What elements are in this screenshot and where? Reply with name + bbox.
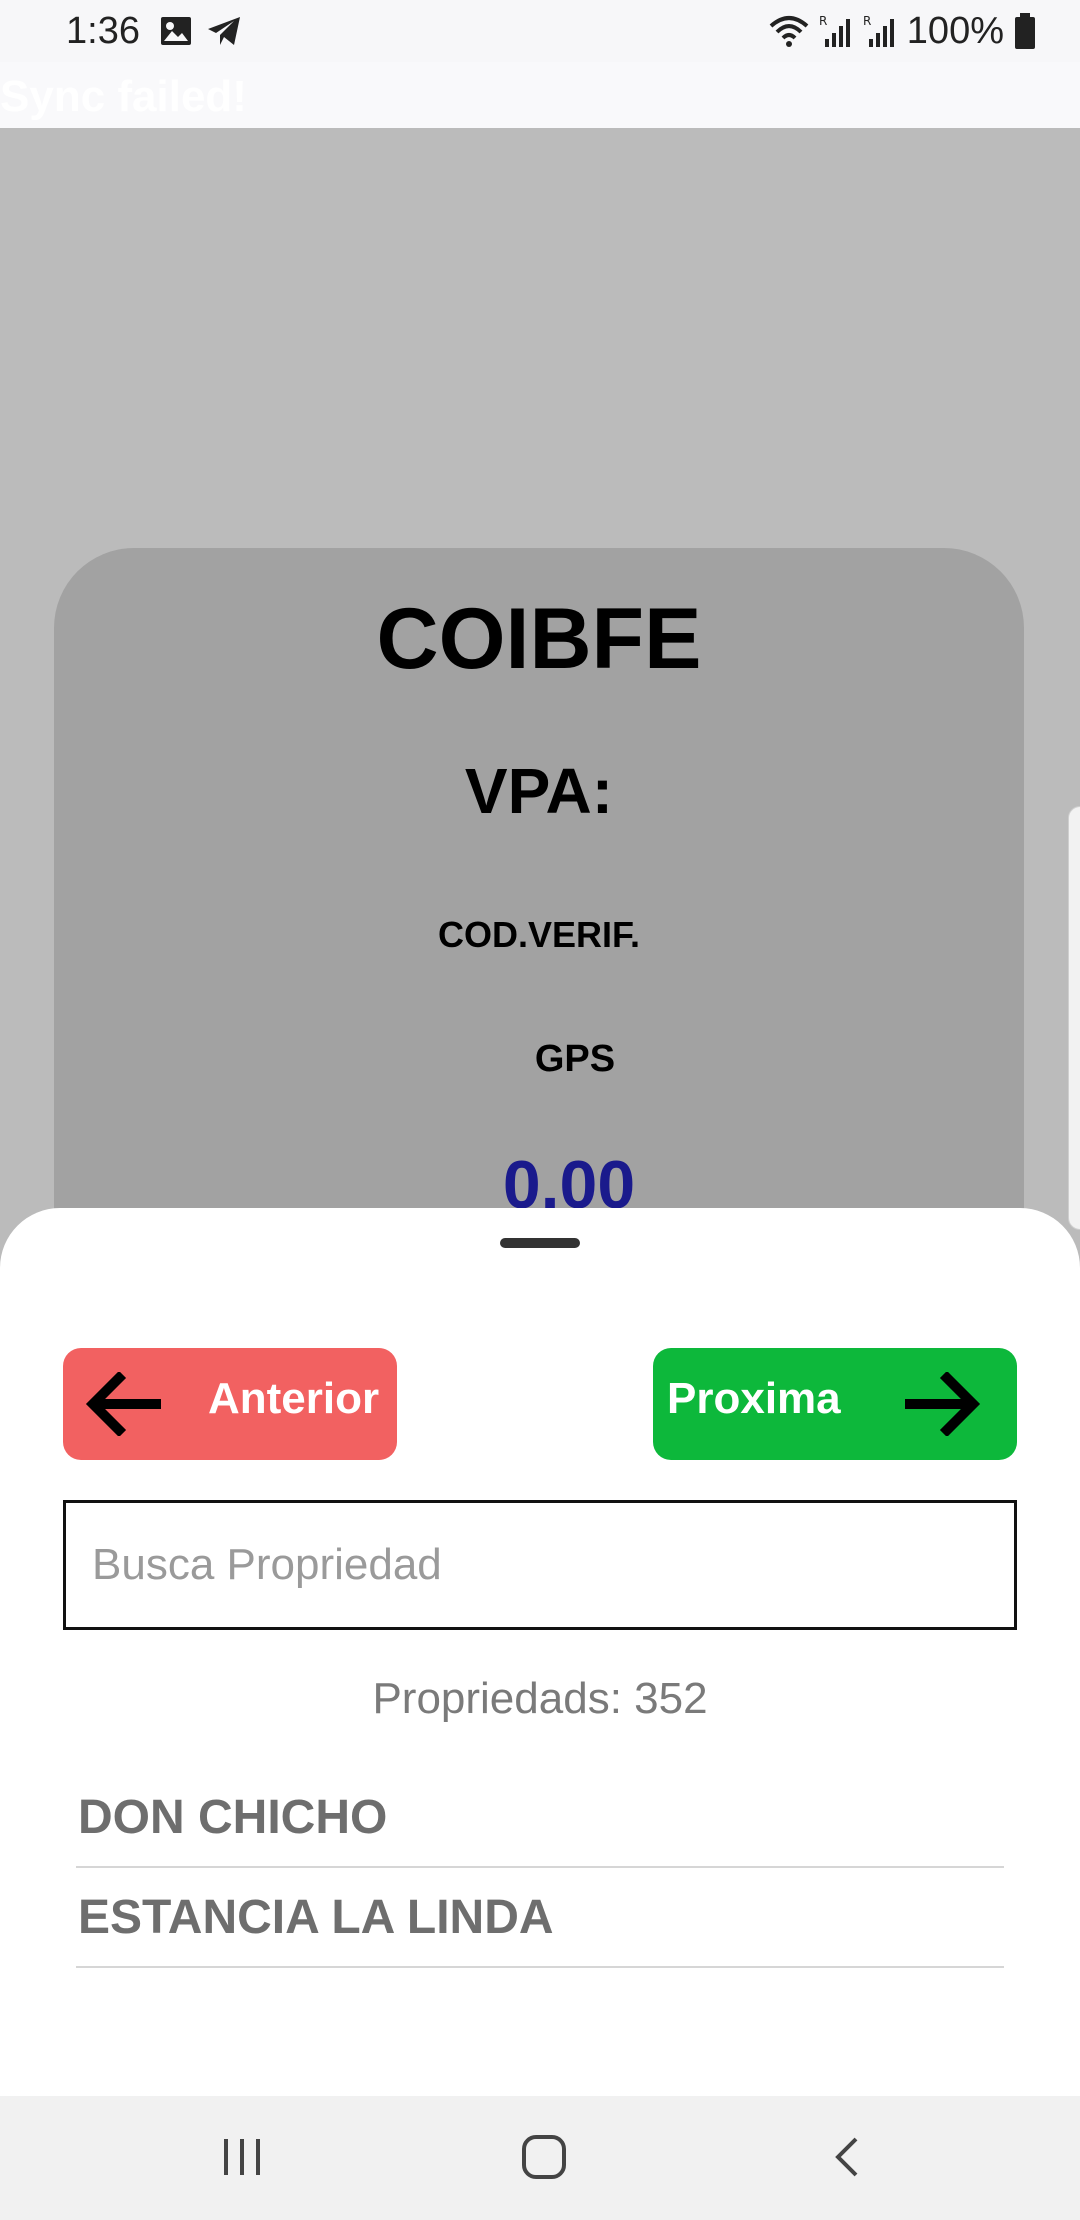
- home-icon: [522, 2135, 566, 2179]
- proxima-button[interactable]: Proxima: [653, 1348, 1017, 1460]
- svg-text:R: R: [863, 14, 871, 28]
- arrow-right-icon: [905, 1372, 981, 1436]
- property-list: DON CHICHO ESTANCIA LA LINDA: [76, 1768, 1004, 1968]
- list-item[interactable]: ESTANCIA LA LINDA: [76, 1868, 1004, 1968]
- arrow-left-icon: [85, 1372, 161, 1436]
- cod-verif-label: COD.VERIF.: [437, 914, 641, 955]
- recent-apps-icon: [224, 2139, 260, 2175]
- search-box: [63, 1500, 1017, 1630]
- notification-icons: [160, 14, 242, 48]
- status-icons: R R 100%: [769, 8, 1036, 54]
- anterior-label: Anterior: [208, 1374, 380, 1423]
- home-button[interactable]: [504, 2122, 584, 2192]
- sync-status-text: Sync failed!: [0, 72, 247, 121]
- anterior-button[interactable]: Anterior: [63, 1348, 397, 1460]
- back-icon: [835, 2137, 858, 2177]
- gps-label: GPS: [534, 1038, 616, 1080]
- vpa-label: VPA:: [464, 755, 614, 827]
- battery-percent: 100%: [906, 9, 1004, 52]
- signal-r-icon: R: [863, 14, 894, 47]
- recent-apps-button[interactable]: [202, 2122, 282, 2192]
- wifi-icon: [769, 16, 809, 47]
- navigation-bar: [0, 2096, 1080, 2220]
- property-count: Propriedads: 352: [372, 1674, 708, 1723]
- property-card: COIBFE VPA: COD.VERIF. GPS 0.00: [54, 548, 1024, 1308]
- list-item[interactable]: DON CHICHO: [76, 1768, 1004, 1868]
- card-title: COIBFE: [376, 591, 702, 687]
- proxima-label: Proxima: [667, 1374, 841, 1423]
- svg-text:R: R: [819, 14, 827, 28]
- status-bar: 1:36 R R 100%: [0, 0, 1080, 62]
- sync-banner: Sync failed!: [0, 62, 1080, 128]
- sheet-drag-handle[interactable]: [500, 1238, 580, 1248]
- back-button[interactable]: [806, 2122, 886, 2192]
- signal-r-icon: R: [819, 14, 850, 47]
- image-icon: [161, 17, 191, 45]
- bottom-sheet: Anterior Proxima Propriedads: 352 DON CH…: [0, 1208, 1080, 2096]
- edge-panel-handle[interactable]: [1068, 806, 1080, 1230]
- status-time: 1:36: [66, 10, 140, 52]
- telegram-icon: [208, 17, 240, 45]
- battery-icon: [1015, 13, 1035, 49]
- search-input[interactable]: [66, 1503, 1014, 1627]
